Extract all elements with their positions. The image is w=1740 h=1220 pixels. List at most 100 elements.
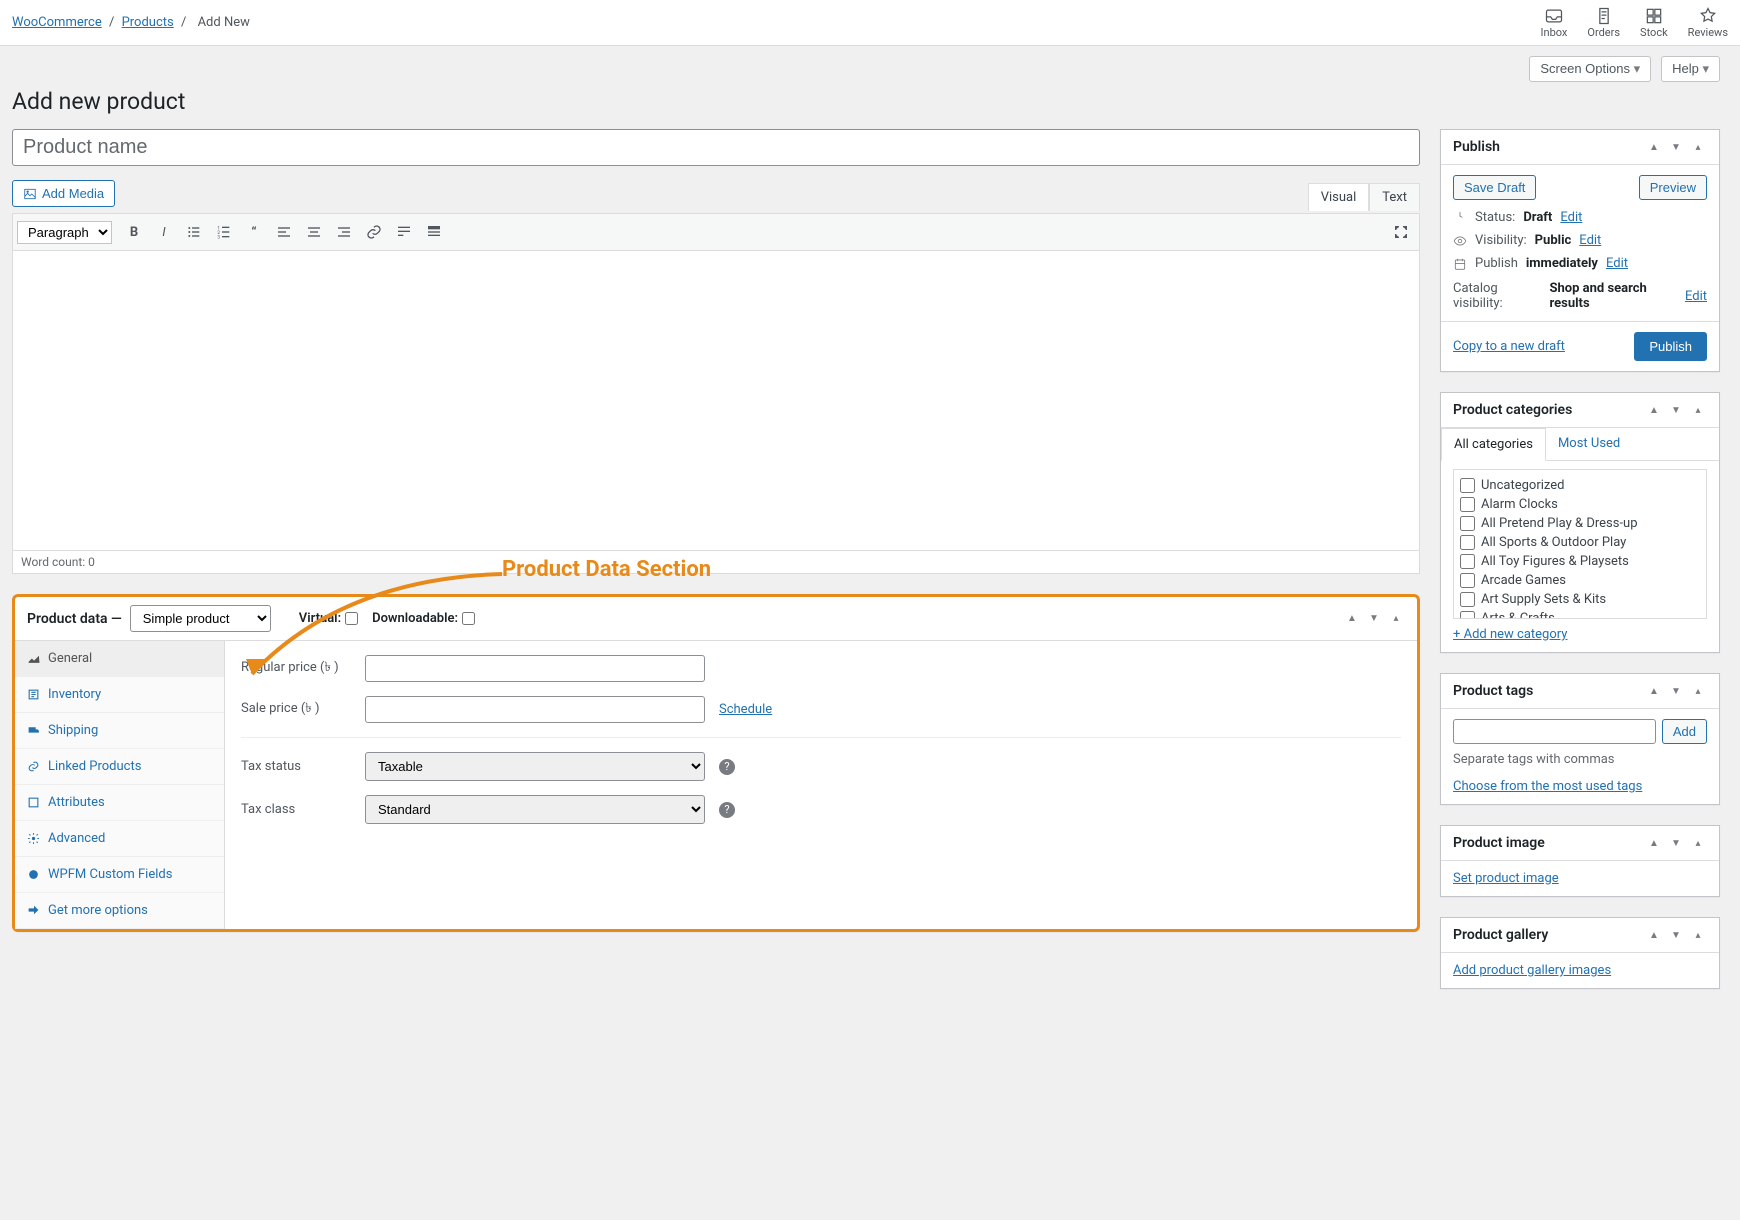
chevron-down-icon[interactable]: ▼ [1667,401,1685,419]
tax-status-select[interactable]: Taxable [365,752,705,781]
copy-draft-link[interactable]: Copy to a new draft [1453,339,1565,354]
preview-button[interactable]: Preview [1639,175,1707,200]
breadcrumb-products[interactable]: Products [122,15,174,30]
fullscreen-icon[interactable] [1387,218,1415,246]
category-item[interactable]: All Pretend Play & Dress-up [1460,514,1700,533]
toolbar-toggle-icon[interactable] [420,218,448,246]
category-list[interactable]: Uncategorized Alarm Clocks All Pretend P… [1453,469,1707,619]
schedule-link[interactable]: Schedule [719,702,772,717]
breadcrumb-woocommerce[interactable]: WooCommerce [12,15,102,30]
tags-hint: Separate tags with commas [1453,752,1707,767]
regular-price-label: Regular price (৳ ) [241,658,351,679]
add-media-button[interactable]: Add Media [12,180,115,207]
page-title: Add new product [12,88,1720,115]
caret-up-icon[interactable]: ▴ [1387,610,1405,628]
tab-most-used[interactable]: Most Used [1546,428,1632,460]
virtual-checkbox[interactable]: Virtual: [299,611,358,626]
tab-linked[interactable]: Linked Products [15,749,224,785]
product-data-tabs: General Inventory Shipping Linked Produc… [15,641,225,929]
tag-input[interactable] [1453,719,1656,744]
tab-attributes[interactable]: Attributes [15,785,224,821]
align-center-icon[interactable] [300,218,328,246]
chevron-down-icon[interactable]: ▼ [1667,834,1685,852]
category-item[interactable]: All Toy Figures & Playsets [1460,552,1700,571]
align-left-icon[interactable] [270,218,298,246]
stock-icon[interactable]: Stock [1640,6,1668,39]
tab-advanced[interactable]: Advanced [15,821,224,857]
sale-price-input[interactable] [365,696,705,723]
svg-text:3: 3 [217,235,220,240]
tab-wpfm[interactable]: WPFM Custom Fields [15,857,224,893]
chevron-up-icon[interactable]: ▲ [1645,401,1663,419]
chevron-up-icon[interactable]: ▲ [1645,926,1663,944]
bold-icon[interactable]: B [120,218,148,246]
edit-visibility-link[interactable]: Edit [1579,233,1601,248]
tags-title: Product tags [1453,683,1533,699]
category-item[interactable]: Uncategorized [1460,476,1700,495]
chevron-up-icon[interactable]: ▲ [1645,138,1663,156]
inbox-icon[interactable]: Inbox [1541,6,1568,39]
tax-status-label: Tax status [241,759,351,774]
screen-options-button[interactable]: Screen Options [1529,56,1651,82]
caret-up-icon[interactable]: ▴ [1689,682,1707,700]
tab-inventory[interactable]: Inventory [15,677,224,713]
edit-catalog-link[interactable]: Edit [1685,289,1707,304]
number-list-icon[interactable]: 123 [210,218,238,246]
tab-visual[interactable]: Visual [1308,183,1370,211]
categories-metabox: Product categories▲▼▴ All categories Mos… [1440,392,1720,653]
category-item[interactable]: Arcade Games [1460,571,1700,590]
tab-more[interactable]: Get more options [15,893,224,929]
caret-up-icon[interactable]: ▴ [1689,834,1707,852]
save-draft-button[interactable]: Save Draft [1453,175,1536,200]
orders-icon[interactable]: Orders [1587,6,1620,39]
caret-up-icon[interactable]: ▴ [1689,401,1707,419]
chevron-up-icon[interactable]: ▲ [1645,682,1663,700]
tab-text[interactable]: Text [1369,183,1420,211]
help-icon[interactable]: ? [719,759,735,775]
caret-up-icon[interactable]: ▴ [1689,138,1707,156]
category-item[interactable]: All Sports & Outdoor Play [1460,533,1700,552]
category-item[interactable]: Arts & Crafts [1460,609,1700,619]
metabox-handle: ▲ ▼ ▴ [1343,610,1405,628]
choose-tags-link[interactable]: Choose from the most used tags [1453,779,1642,794]
more-icon[interactable] [390,218,418,246]
add-gallery-link[interactable]: Add product gallery images [1453,963,1611,978]
publish-button[interactable]: Publish [1634,332,1707,361]
reviews-icon[interactable]: Reviews [1688,6,1728,39]
format-select[interactable]: Paragraph [17,221,112,244]
chevron-down-icon[interactable]: ▼ [1667,926,1685,944]
chevron-down-icon[interactable]: ▼ [1667,682,1685,700]
set-product-image-link[interactable]: Set product image [1453,871,1559,886]
quote-icon[interactable]: “ [240,218,268,246]
chevron-up-icon[interactable]: ▲ [1343,610,1361,628]
downloadable-checkbox[interactable]: Downloadable: [372,611,475,626]
chevron-down-icon[interactable]: ▼ [1667,138,1685,156]
caret-up-icon[interactable]: ▴ [1689,926,1707,944]
help-button[interactable]: Help [1661,56,1720,82]
italic-icon[interactable]: I [150,218,178,246]
add-category-link[interactable]: + Add new category [1453,627,1567,642]
tab-all-categories[interactable]: All categories [1441,428,1546,461]
product-image-metabox: Product image ▲▼▴ Set product image [1440,825,1720,897]
link-icon[interactable] [360,218,388,246]
chevron-up-icon[interactable]: ▲ [1645,834,1663,852]
tax-class-select[interactable]: Standard [365,795,705,824]
breadcrumb: WooCommerce / Products / Add New [12,15,254,30]
category-item[interactable]: Alarm Clocks [1460,495,1700,514]
tab-shipping[interactable]: Shipping [15,713,224,749]
topbar-icons: Inbox Orders Stock Reviews [1541,6,1728,39]
editor-content[interactable] [12,251,1420,551]
edit-schedule-link[interactable]: Edit [1606,256,1628,271]
bullet-list-icon[interactable] [180,218,208,246]
add-tag-button[interactable]: Add [1662,719,1707,744]
product-image-title: Product image [1453,835,1545,851]
edit-status-link[interactable]: Edit [1560,210,1582,225]
tab-general[interactable]: General [15,641,224,677]
product-name-input[interactable] [12,129,1420,166]
align-right-icon[interactable] [330,218,358,246]
category-item[interactable]: Art Supply Sets & Kits [1460,590,1700,609]
regular-price-input[interactable] [365,655,705,682]
help-icon[interactable]: ? [719,802,735,818]
chevron-down-icon[interactable]: ▼ [1365,610,1383,628]
product-type-select[interactable]: Simple product [130,605,271,632]
